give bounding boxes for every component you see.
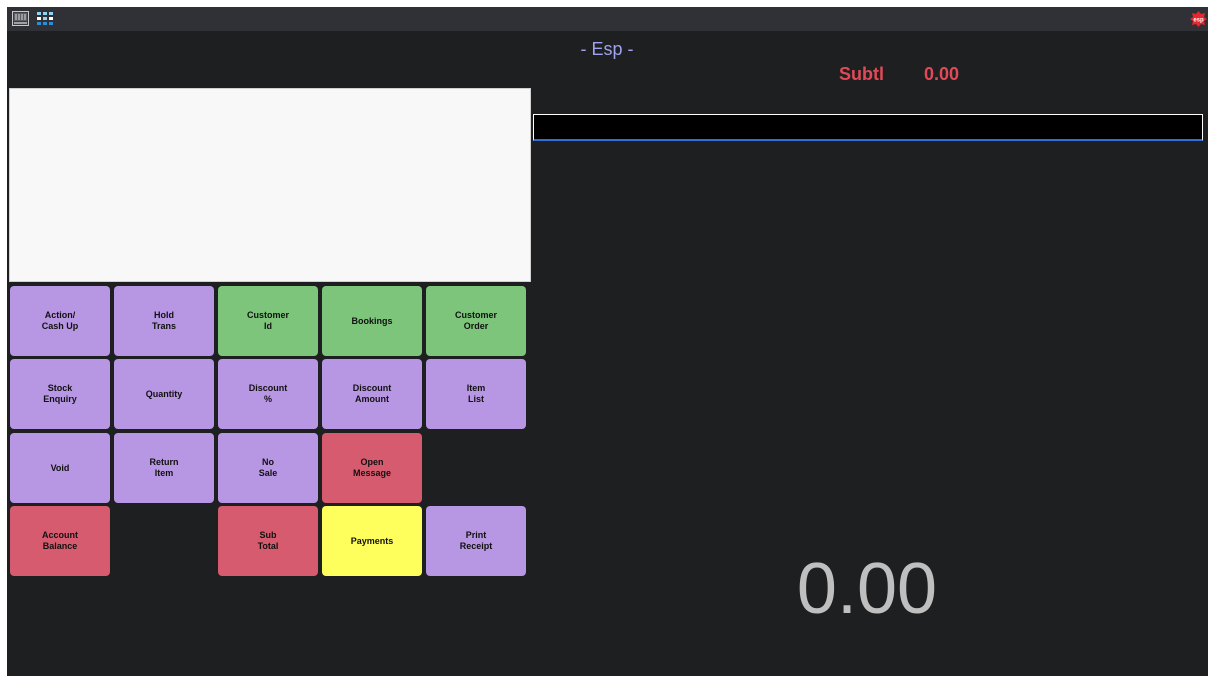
subtotal-value: 0.00 <box>924 64 960 84</box>
esp-logo-icon[interactable]: esp <box>1190 11 1207 27</box>
bookings-button[interactable]: Bookings <box>322 286 422 356</box>
grid-icon[interactable] <box>37 11 54 26</box>
customer-order-button[interactable]: Customer Order <box>426 286 526 356</box>
total-display: 0.00 <box>796 549 938 629</box>
action-cash-up-button[interactable]: Action/ Cash Up <box>10 286 110 356</box>
receipt-panel[interactable] <box>9 88 531 282</box>
discount-percent-button[interactable]: Discount % <box>218 359 318 429</box>
hold-trans-button[interactable]: Hold Trans <box>114 286 214 356</box>
stock-enquiry-button[interactable]: Stock Enquiry <box>10 359 110 429</box>
pos-window: esp - Esp - Subtl 0.00 Action/ Cash Up H… <box>7 7 1208 676</box>
payments-button[interactable]: Payments <box>322 506 422 576</box>
subtotal-label: Subtl <box>839 64 884 84</box>
title-bar: esp <box>7 7 1208 31</box>
sub-total-button[interactable]: Sub Total <box>218 506 318 576</box>
esp-logo-text: esp <box>1193 18 1204 24</box>
terminal-icon[interactable] <box>12 11 29 26</box>
discount-amount-button[interactable]: Discount Amount <box>322 359 422 429</box>
entry-input[interactable] <box>533 114 1203 141</box>
return-item-button[interactable]: Return Item <box>114 433 214 503</box>
open-message-button[interactable]: Open Message <box>322 433 422 503</box>
item-list-button[interactable]: Item List <box>426 359 526 429</box>
account-balance-button[interactable]: Account Balance <box>10 506 110 576</box>
quantity-button[interactable]: Quantity <box>114 359 214 429</box>
customer-id-button[interactable]: Customer Id <box>218 286 318 356</box>
mode-title: - Esp - <box>580 39 634 59</box>
print-receipt-button[interactable]: Print Receipt <box>426 506 526 576</box>
void-button[interactable]: Void <box>10 433 110 503</box>
no-sale-button[interactable]: No Sale <box>218 433 318 503</box>
